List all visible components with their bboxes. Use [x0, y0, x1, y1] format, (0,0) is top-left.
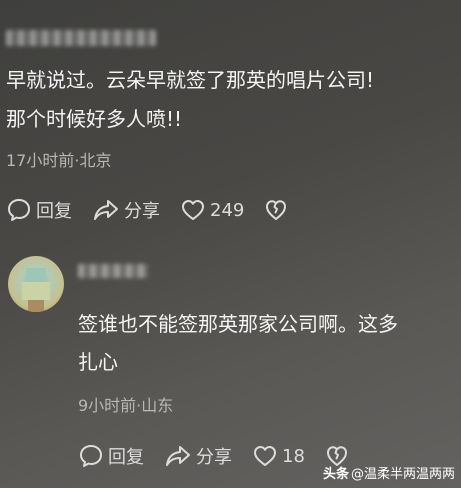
heart-icon [182, 200, 204, 220]
reply-label: 回复 [36, 201, 72, 222]
share-label: 分享 [124, 201, 160, 222]
dislike-button[interactable] [264, 198, 292, 222]
reply-button[interactable]: 回复 [6, 197, 72, 223]
watermark-handle: @温柔半两温两两 [350, 467, 455, 482]
like-button[interactable]: 18 [252, 444, 305, 468]
share-button[interactable]: 分享 [164, 443, 232, 469]
comment-meta: 17小时前·北京 [6, 151, 112, 170]
share-button[interactable]: 分享 [92, 197, 160, 223]
comment-text-line2: 扎心 [78, 350, 118, 374]
share-icon [166, 446, 190, 466]
heart-icon [254, 446, 276, 466]
like-button[interactable]: 249 [180, 198, 244, 222]
reply-button[interactable]: 回复 [78, 443, 144, 469]
reply-icon [80, 445, 102, 467]
blurred-username-top [6, 30, 156, 46]
blurred-username [78, 264, 148, 278]
comment-actions: 回复 分享 249 [6, 197, 312, 223]
watermark-brand: 头条 [322, 467, 349, 482]
watermark: 头条 @温柔半两温两两 [323, 463, 455, 482]
share-label: 分享 [196, 447, 232, 468]
reply-icon [8, 199, 30, 221]
like-count: 18 [282, 445, 305, 467]
reply-label: 回复 [108, 447, 144, 468]
share-icon [94, 200, 118, 220]
comment-text-line1: 早就说过。云朵早就签了那英的唱片公司! [6, 68, 375, 92]
like-count: 249 [210, 199, 245, 221]
avatar[interactable] [8, 256, 64, 312]
broken-heart-icon [266, 200, 287, 220]
comment-text-line2: 那个时候好多人喷!! [6, 107, 183, 131]
comment-meta: 9小时前·山东 [78, 396, 174, 415]
comment-text-line1: 签谁也不能签那英那家公司啊。这多 [78, 312, 398, 336]
